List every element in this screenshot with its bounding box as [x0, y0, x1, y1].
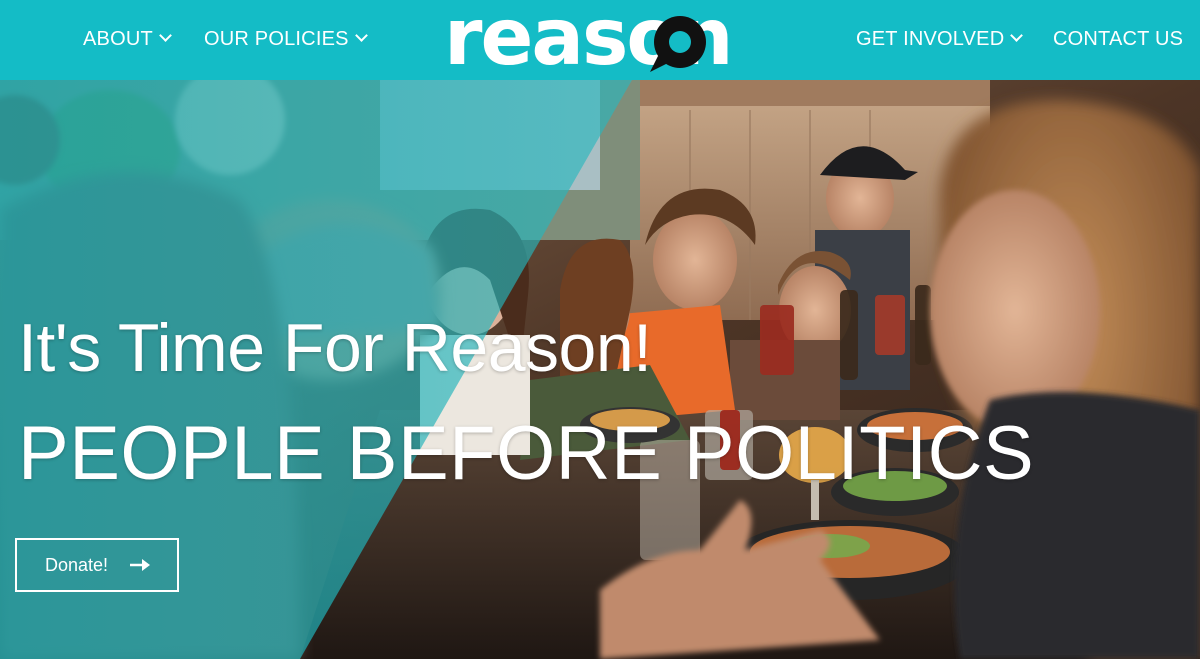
donate-button-label: Donate!: [45, 555, 109, 575]
nav-our-policies-label: OUR POLICIES: [204, 28, 349, 50]
nav-get-involved-label: GET INVOLVED: [856, 28, 1005, 50]
arrow-right-icon: [130, 559, 150, 571]
nav-contact-us-label: CONTACT US: [1053, 28, 1184, 50]
chevron-down-icon: [354, 29, 368, 42]
reason-logo: reason: [444, 0, 734, 83]
nav-about-label: ABOUT: [83, 28, 153, 50]
site-logo[interactable]: reason: [444, 0, 764, 83]
nav-contact-us[interactable]: CONTACT US: [1053, 0, 1183, 80]
site-header: ABOUT OUR POLICIES reason GET INVOLVED C…: [0, 0, 1200, 83]
nav-our-policies[interactable]: OUR POLICIES: [204, 0, 368, 80]
donate-button[interactable]: Donate!: [15, 538, 179, 592]
hero-headline: It's Time For Reason!: [18, 310, 652, 386]
chevron-down-icon: [1010, 29, 1024, 42]
page: ABOUT OUR POLICIES reason GET INVOLVED C…: [0, 0, 1200, 659]
nav-about[interactable]: ABOUT: [83, 0, 172, 80]
hero-subheadline: PEOPLE BEFORE POLITICS: [18, 411, 1035, 496]
nav-get-involved[interactable]: GET INVOLVED: [856, 0, 1024, 80]
chevron-down-icon: [159, 29, 172, 42]
hero-section: It's Time For Reason! PEOPLE BEFORE POLI…: [0, 80, 1200, 659]
